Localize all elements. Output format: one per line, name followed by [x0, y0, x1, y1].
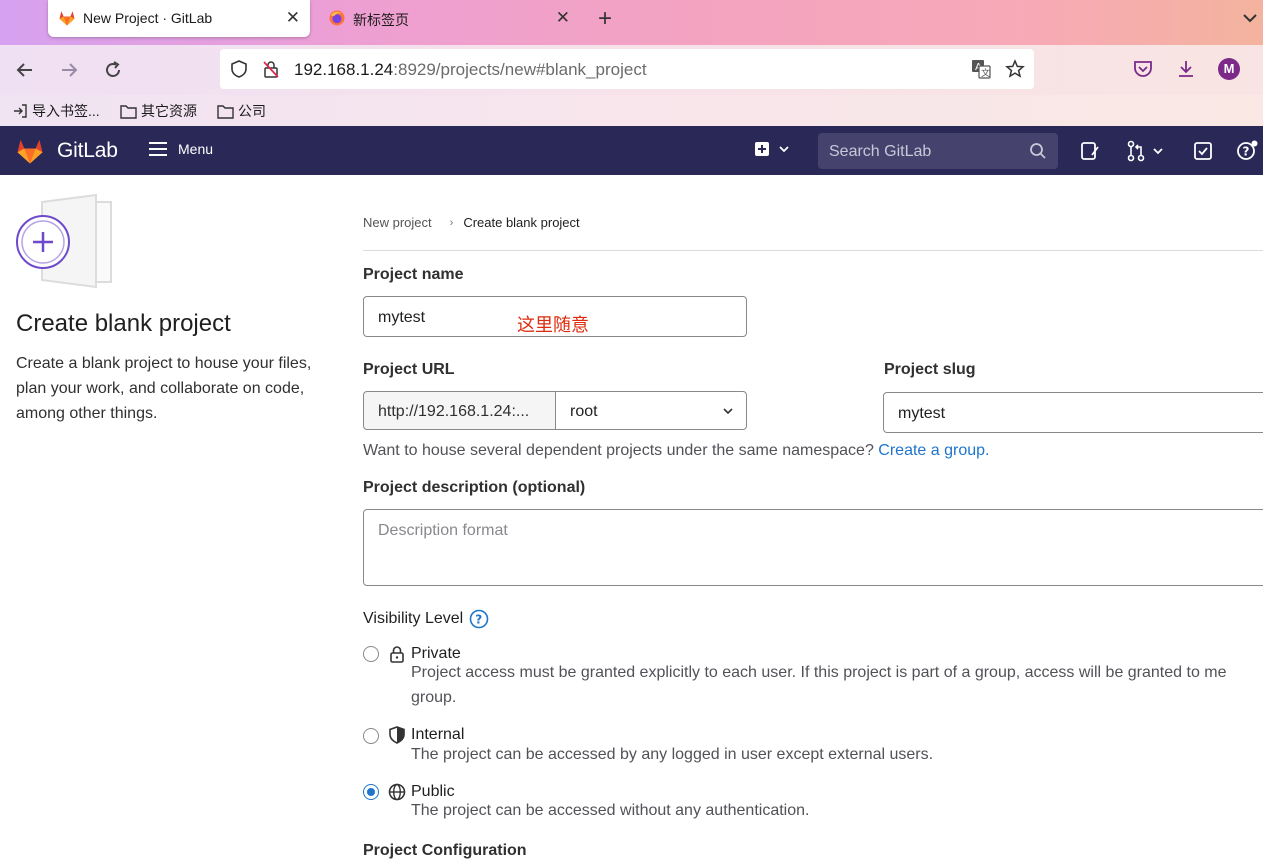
chevron-down-icon[interactable] — [1240, 8, 1260, 28]
visibility-heading: Visibility Level ? — [363, 609, 489, 629]
visibility-private-radio[interactable] — [363, 646, 379, 662]
tab-title: New Project · GitLab — [83, 10, 213, 26]
url-prefix-text: http://192.168.1.24:... — [378, 403, 530, 420]
globe-icon — [388, 783, 406, 801]
hamburger-icon — [149, 142, 167, 156]
visibility-public-radio[interactable] — [363, 784, 379, 800]
new-tab-button[interactable]: + — [598, 5, 612, 33]
firefox-icon — [329, 10, 345, 26]
bookmark-label: 公司 — [238, 103, 266, 119]
project-url-prefix: http://192.168.1.24:... — [363, 391, 556, 430]
menu-label: Menu — [178, 141, 214, 157]
translate-icon[interactable]: A文 — [970, 58, 992, 80]
chevron-down-icon — [779, 146, 789, 153]
bookmark-import[interactable]: 导入书签... — [12, 101, 100, 121]
chevron-down-icon — [1153, 148, 1163, 155]
url-text: 192.168.1.24:8929/projects/new#blank_pro… — [294, 60, 647, 79]
gitlab-header: GitLab Menu Search GitLab ? — [0, 126, 1263, 175]
todo-icon[interactable] — [1192, 140, 1214, 162]
namespace-select[interactable]: root — [555, 391, 747, 430]
project-slug-value: mytest — [898, 405, 946, 422]
star-icon[interactable] — [1005, 59, 1025, 79]
group-help-text: Want to house several dependent projects… — [363, 442, 990, 459]
question-circle-icon[interactable]: ? — [469, 609, 489, 629]
arrow-left-icon — [16, 63, 32, 77]
svg-text:?: ? — [1243, 145, 1250, 159]
create-new-dropdown[interactable] — [754, 141, 790, 157]
shield-icon[interactable] — [230, 60, 248, 78]
plus-square-icon — [755, 142, 769, 156]
svg-text:?: ? — [476, 613, 483, 627]
chevron-down-icon — [723, 408, 733, 415]
arrow-right-icon — [62, 63, 78, 77]
tab-title: 新标签页 — [353, 12, 409, 28]
divider — [363, 250, 1263, 251]
download-icon[interactable] — [1175, 58, 1197, 80]
breadcrumb: New project › Create blank project — [363, 215, 580, 230]
forward-button[interactable] — [57, 58, 81, 82]
bookmark-label: 导入书签... — [32, 103, 100, 119]
create-group-link[interactable]: Create a group. — [878, 442, 989, 459]
address-bar[interactable]: 192.168.1.24:8929/projects/new#blank_pro… — [220, 49, 1034, 89]
description-label: Project description (optional) — [363, 479, 586, 496]
folder-icon — [120, 104, 137, 119]
pocket-icon[interactable] — [1132, 58, 1154, 80]
gitlab-favicon-icon — [59, 11, 75, 26]
project-url-label: Project URL — [363, 361, 455, 378]
lock-icon — [390, 646, 404, 663]
svg-text:文: 文 — [981, 67, 990, 79]
bookmark-folder-other[interactable]: 其它资源 — [120, 101, 197, 121]
page-description: Create a blank project to house your fil… — [16, 355, 312, 422]
account-avatar[interactable]: M — [1218, 58, 1240, 80]
visibility-label: Visibility Level — [363, 610, 464, 627]
visibility-internal-radio[interactable] — [363, 728, 379, 744]
breadcrumb-new-project[interactable]: New project — [363, 215, 432, 230]
folder-icon — [217, 104, 234, 119]
project-name-value: mytest — [378, 309, 426, 326]
reload-icon — [106, 61, 120, 77]
bookmark-folder-company[interactable]: 公司 — [217, 101, 266, 121]
browser-nav-bar: 192.168.1.24:8929/projects/new#blank_pro… — [0, 45, 1263, 95]
gitlab-logo-icon[interactable] — [14, 136, 46, 166]
back-button[interactable] — [13, 58, 37, 82]
chevron-right-icon: › — [449, 216, 454, 229]
description-placeholder: Description format — [378, 522, 508, 539]
reload-button[interactable] — [101, 58, 125, 82]
help-icon[interactable]: ? — [1236, 140, 1258, 162]
visibility-private-desc: Project access must be granted explicitl… — [411, 664, 1227, 681]
project-slug-label: Project slug — [884, 361, 976, 378]
issues-icon[interactable] — [1079, 140, 1101, 162]
description-textarea[interactable]: Description format — [363, 509, 1263, 586]
search-input[interactable]: Search GitLab — [818, 133, 1058, 169]
blank-project-illustration — [16, 194, 112, 289]
project-configuration-heading: Project Configuration — [363, 842, 527, 859]
annotation-note: 这里随意 — [517, 315, 589, 335]
project-name-label: Project name — [363, 266, 464, 283]
insecure-lock-icon[interactable] — [262, 60, 280, 78]
merge-requests-dropdown[interactable] — [1126, 140, 1164, 162]
browser-tab-bar: New Project · GitLab ✕ 新标签页 ✕ + — [0, 0, 1263, 45]
merge-request-icon — [1127, 140, 1145, 162]
tab-close-icon[interactable]: ✕ — [286, 8, 300, 28]
gitlab-brand[interactable]: GitLab — [57, 139, 118, 163]
import-icon — [14, 104, 27, 118]
search-placeholder: Search GitLab — [829, 143, 932, 160]
breadcrumb-current: Create blank project — [463, 215, 580, 230]
shield-icon — [389, 726, 405, 744]
tab-new-tab[interactable]: 新标签页 ✕ — [318, 0, 580, 37]
tab-gitlab-new-project[interactable]: New Project · GitLab ✕ — [48, 0, 310, 37]
project-slug-input[interactable]: mytest — [883, 392, 1263, 433]
visibility-internal-desc: The project can be accessed by any logge… — [411, 746, 934, 763]
namespace-value: root — [570, 403, 598, 420]
tab-close-icon[interactable]: ✕ — [556, 8, 570, 28]
page-title: Create blank project — [16, 310, 231, 337]
search-icon — [1030, 143, 1046, 159]
bookmarks-bar: 导入书签... 其它资源 公司 — [0, 95, 1263, 126]
menu-button[interactable]: Menu — [148, 141, 213, 157]
visibility-private-desc-cont: group. — [411, 689, 457, 706]
bookmark-label: 其它资源 — [141, 103, 197, 119]
visibility-public-desc: The project can be accessed without any … — [411, 802, 810, 819]
